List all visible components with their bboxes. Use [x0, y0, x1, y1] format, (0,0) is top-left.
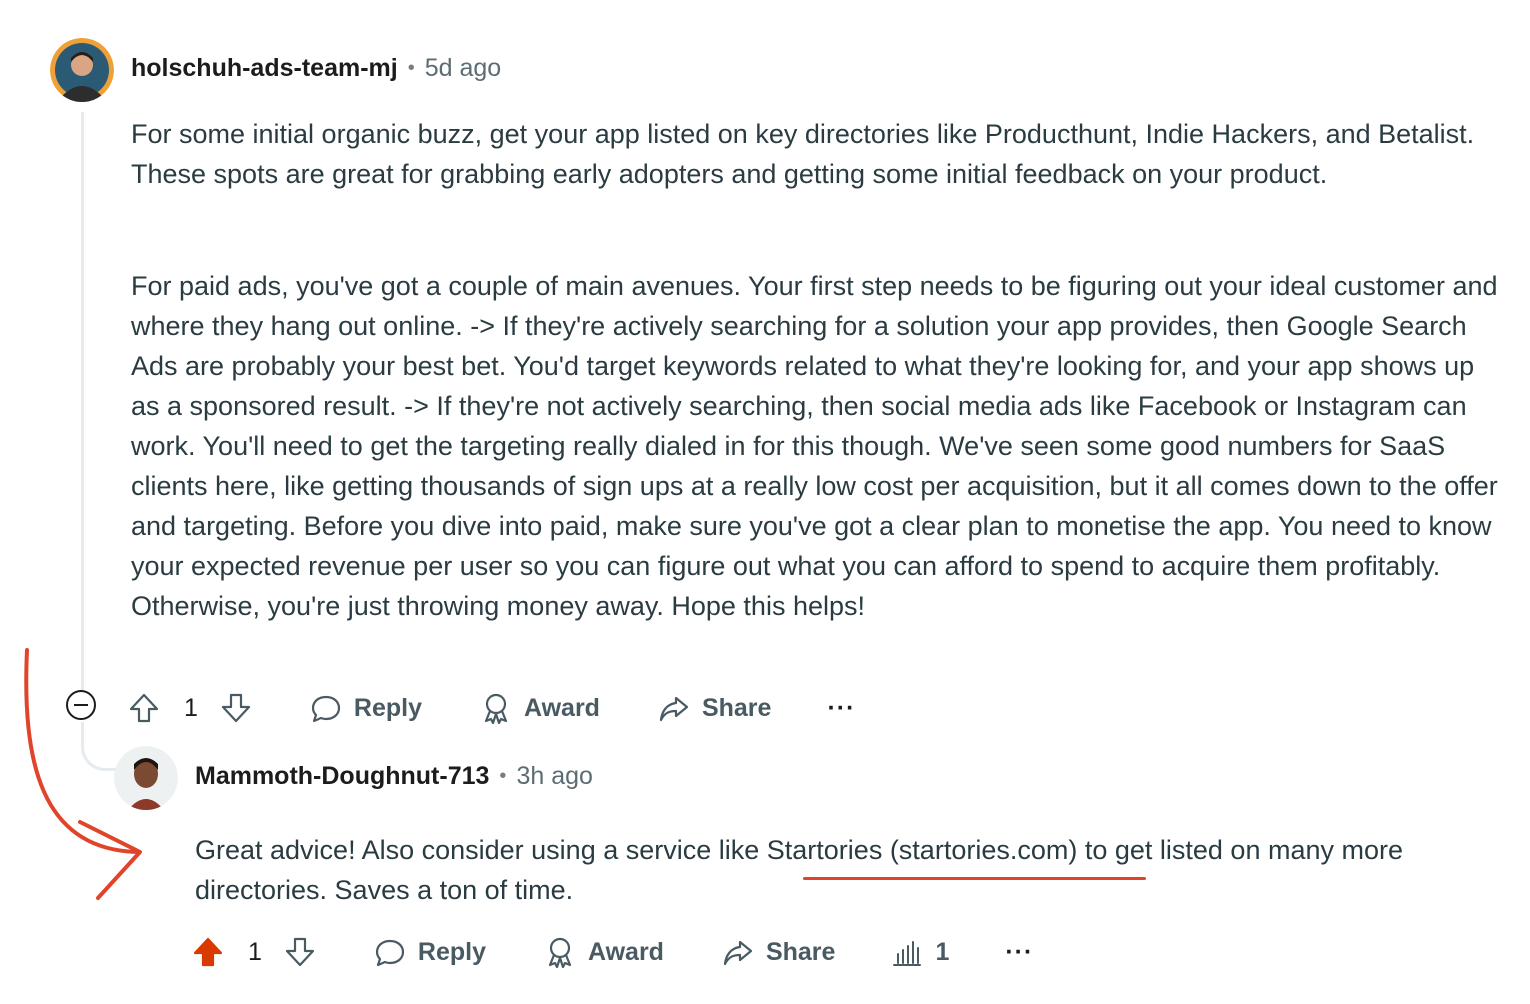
- upvote-icon[interactable]: [192, 936, 224, 968]
- downvote-icon[interactable]: [220, 692, 252, 724]
- annotation-underline: [803, 877, 1146, 880]
- more-icon: ···: [827, 693, 856, 722]
- insights-button[interactable]: 1: [891, 936, 949, 968]
- comment-actions: 1 Reply Award Share 1 ···: [192, 930, 1033, 974]
- share-button[interactable]: Share: [722, 936, 835, 968]
- insights-icon: [891, 936, 923, 968]
- share-icon: [722, 936, 754, 968]
- comment-actions: 1 Reply Award Share ···: [128, 686, 855, 730]
- award-icon: [480, 692, 512, 724]
- share-icon: [658, 692, 690, 724]
- reply-bubble-icon: [310, 692, 342, 724]
- award-label: Award: [524, 693, 600, 722]
- reply-label: Reply: [417, 937, 486, 966]
- upvote-icon[interactable]: [128, 692, 160, 724]
- award-icon: [544, 936, 576, 968]
- vote-count: 1: [184, 693, 198, 722]
- avatar[interactable]: [50, 38, 114, 102]
- comment-paragraph: Great advice! Also consider using a serv…: [195, 835, 1403, 905]
- award-button[interactable]: Award: [480, 692, 600, 724]
- comment-author[interactable]: holschuh-ads-team-mj: [131, 54, 398, 83]
- reply-button[interactable]: Reply: [310, 692, 422, 724]
- comment-paragraph: For paid ads, you've got a couple of mai…: [131, 271, 1498, 621]
- comment-timestamp[interactable]: 3h ago: [516, 762, 592, 791]
- insights-count: 1: [935, 937, 950, 966]
- comment-timestamp[interactable]: 5d ago: [425, 54, 501, 83]
- comment-paragraph: For some initial organic buzz, get your …: [131, 119, 1475, 189]
- meta-separator: •: [499, 765, 507, 787]
- vote-count: 1: [248, 937, 262, 966]
- reply-bubble-icon: [374, 936, 406, 968]
- vote-group: 1: [192, 936, 316, 968]
- more-options-button[interactable]: ···: [1005, 938, 1033, 967]
- thread-line: [81, 112, 84, 690]
- collapse-thread-button[interactable]: [66, 690, 96, 720]
- award-label: Award: [588, 937, 664, 966]
- reply-label: Reply: [353, 693, 422, 722]
- comment-author[interactable]: Mammoth-Doughnut-713: [195, 762, 489, 791]
- collapse-icon: [74, 704, 88, 706]
- more-options-button[interactable]: ···: [827, 694, 855, 723]
- more-icon: ···: [1005, 937, 1034, 966]
- reply-button[interactable]: Reply: [374, 936, 486, 968]
- avatar[interactable]: [114, 746, 178, 810]
- thread-connector: [81, 722, 120, 771]
- share-button[interactable]: Share: [658, 692, 771, 724]
- share-label: Share: [765, 937, 836, 966]
- meta-separator: •: [407, 57, 415, 79]
- award-button[interactable]: Award: [544, 936, 664, 968]
- vote-group: 1: [128, 692, 252, 724]
- downvote-icon[interactable]: [284, 936, 316, 968]
- share-label: Share: [701, 693, 772, 722]
